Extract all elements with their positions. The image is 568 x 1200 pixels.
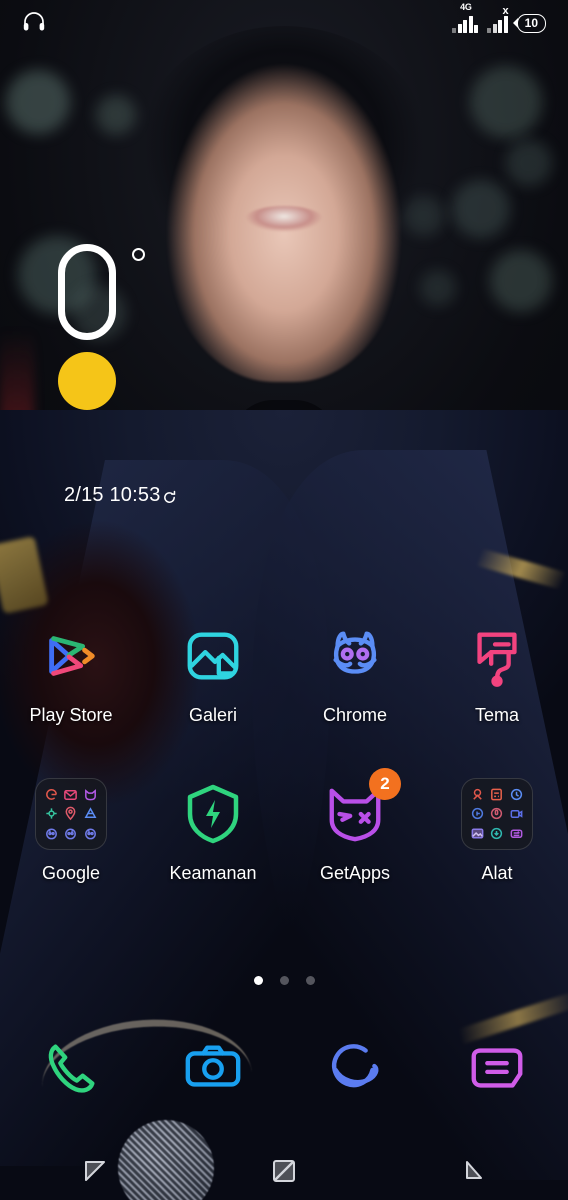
mini-gmail-icon — [62, 786, 79, 803]
app-chrome[interactable]: Chrome — [284, 620, 426, 726]
mini-app-8-icon — [62, 825, 79, 842]
gallery-icon — [177, 620, 249, 692]
mini-calculator-icon — [488, 786, 505, 803]
dock-item-camera[interactable] — [142, 1030, 284, 1106]
page-indicator[interactable] — [0, 976, 568, 985]
browser-globe-icon — [317, 1030, 393, 1106]
mini-transfer-icon — [508, 825, 525, 842]
no-service-x-icon: x — [502, 4, 509, 17]
page-dot-2[interactable] — [279, 976, 289, 985]
app-label: Tema — [474, 705, 519, 725]
navigation-bar — [0, 1142, 568, 1200]
recents-triangle-icon[interactable] — [456, 1154, 490, 1188]
app-label: Google — [41, 863, 101, 883]
mini-video-icon — [508, 805, 525, 822]
mini-app-7-icon — [43, 825, 60, 842]
mini-clock-icon — [508, 786, 525, 803]
status-bar: 4G x 10 — [0, 0, 568, 46]
refresh-icon[interactable] — [162, 488, 177, 503]
battery-indicator: 10 — [516, 13, 546, 33]
app-label: Galeri — [188, 705, 237, 725]
folder-preview — [461, 778, 533, 850]
app-label: GetApps — [319, 863, 391, 883]
mini-drive-icon — [82, 805, 99, 822]
mini-chrome-cat-icon — [82, 786, 99, 803]
app-play-store[interactable]: Play Store — [0, 620, 142, 726]
mini-google-icon — [43, 786, 60, 803]
sim1-signal-icon: 4G — [452, 2, 479, 33]
weather-datetime[interactable]: 2/15 10:53 — [64, 484, 177, 507]
mini-compass-icon — [469, 805, 486, 822]
google-folder-icon — [35, 778, 107, 850]
app-keamanan[interactable]: Keamanan — [142, 778, 284, 884]
dock — [0, 1030, 568, 1106]
mini-photos-icon — [43, 805, 60, 822]
folder-preview — [35, 778, 107, 850]
chrome-icon — [319, 620, 391, 692]
app-label: Keamanan — [169, 863, 257, 883]
app-folder-alat[interactable]: Alat — [426, 778, 568, 884]
mini-scanner-icon — [469, 786, 486, 803]
temperature-value — [58, 244, 116, 340]
battery-percent-label: 10 — [524, 16, 538, 30]
app-label: Alat — [481, 863, 513, 883]
messages-icon — [459, 1030, 535, 1106]
tools-folder-icon — [461, 778, 533, 850]
app-grid: Play Store Galeri Chrome Tema Google Kea… — [0, 620, 568, 884]
dock-item-messages[interactable] — [426, 1030, 568, 1106]
app-folder-google[interactable]: Google — [0, 778, 142, 884]
themes-brush-icon — [461, 620, 533, 692]
mini-downloads-icon — [488, 825, 505, 842]
degree-symbol-icon — [132, 248, 145, 261]
app-tema[interactable]: Tema — [426, 620, 568, 726]
app-galeri[interactable]: Galeri — [142, 620, 284, 726]
app-label: Chrome — [322, 705, 388, 725]
weather-widget[interactable]: 2/15 10:53 — [58, 244, 175, 506]
temperature-display — [58, 244, 145, 340]
weather-datetime-label: 2/15 10:53 — [64, 484, 161, 506]
headphones-icon — [22, 10, 46, 37]
app-getapps[interactable]: 2 GetApps — [284, 768, 426, 884]
page-dot-3[interactable] — [305, 976, 315, 985]
getapps-cat-icon: 2 — [319, 768, 401, 850]
wallpaper — [0, 0, 568, 1200]
play-store-icon — [35, 620, 107, 692]
back-triangle-icon[interactable] — [78, 1154, 112, 1188]
page-dot-1[interactable] — [253, 976, 263, 985]
sim2-signal-icon: x — [487, 5, 509, 33]
mini-gallery-thumb-icon — [469, 825, 486, 842]
security-shield-icon — [177, 778, 249, 850]
home-screen: 4G x 10 2/15 10:53 Play Store Galeri Chr… — [0, 0, 568, 1200]
mini-app-9-icon — [82, 825, 99, 842]
notification-badge: 2 — [369, 768, 401, 800]
mini-recorder-icon — [488, 805, 505, 822]
dock-item-browser[interactable] — [284, 1030, 426, 1106]
camera-icon — [175, 1030, 251, 1106]
app-label: Play Store — [29, 705, 113, 725]
network-type-label: 4G — [460, 1, 472, 12]
dock-item-phone[interactable] — [0, 1030, 142, 1106]
sun-icon — [58, 352, 116, 410]
mini-maps-icon — [62, 805, 79, 822]
home-square-icon[interactable] — [267, 1154, 301, 1188]
phone-icon — [33, 1030, 109, 1106]
